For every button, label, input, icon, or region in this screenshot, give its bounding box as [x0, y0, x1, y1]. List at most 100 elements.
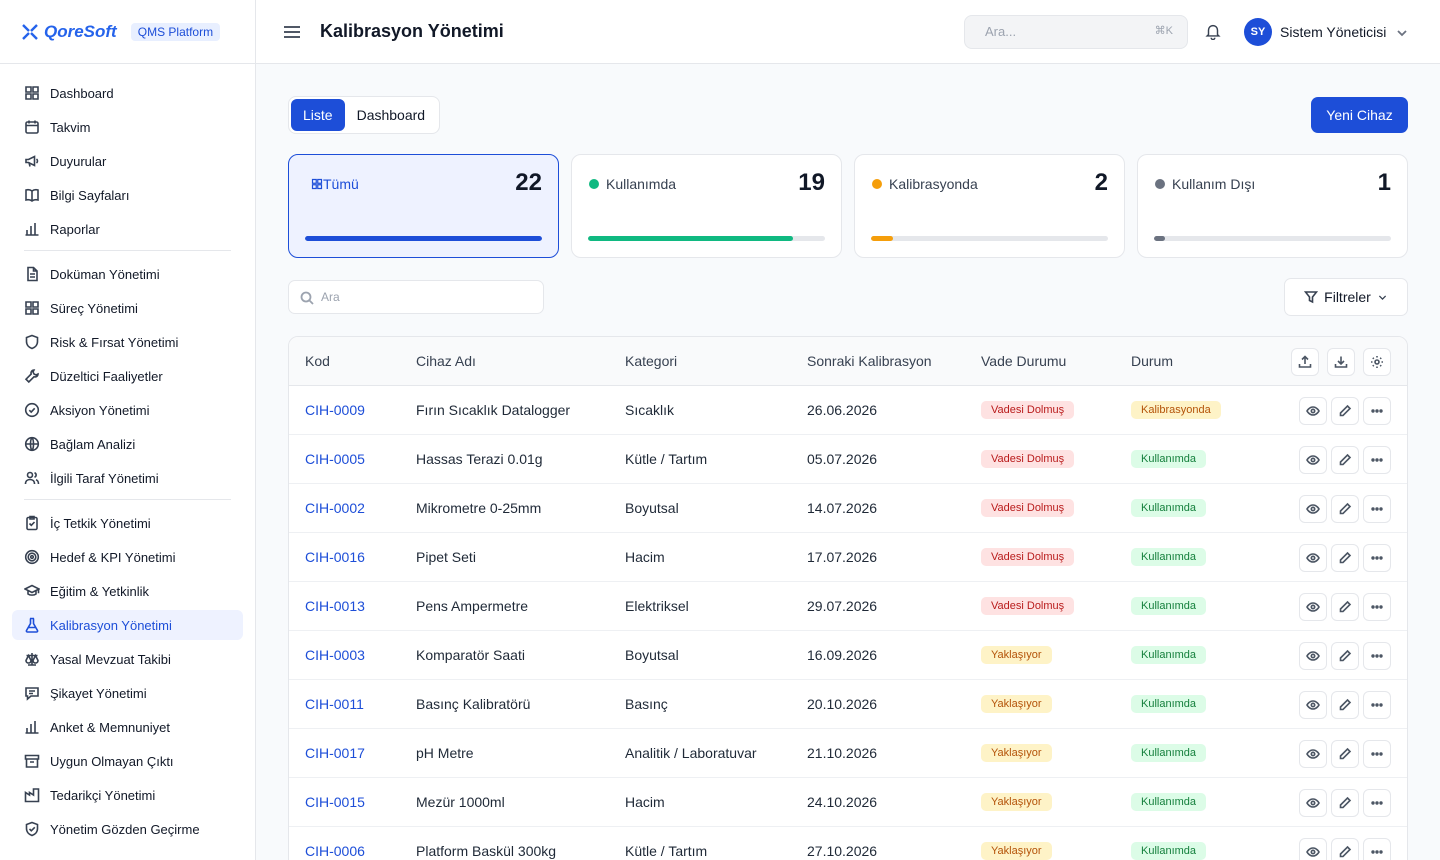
export-button[interactable]	[1327, 348, 1355, 376]
user-menu[interactable]: SY Sistem Yöneticisi	[1244, 18, 1408, 46]
device-code-link[interactable]: CIH-0005	[305, 451, 365, 467]
device-code-link[interactable]: CIH-0017	[305, 745, 365, 761]
view-button[interactable]	[1299, 838, 1327, 860]
notifications-button[interactable]	[1204, 22, 1224, 42]
device-code-link[interactable]: CIH-0011	[305, 696, 364, 712]
edit-button[interactable]	[1331, 642, 1359, 670]
check-circle-icon	[24, 402, 40, 418]
table-row[interactable]: CIH-0006 Platform Baskül 300kg Kütle / Tar…	[289, 827, 1407, 860]
device-code-link[interactable]: CIH-0009	[305, 402, 365, 418]
table-row[interactable]: CIH-0017 pH Metre Analitik / Laboratuvar 21…	[289, 729, 1407, 778]
column-header-status[interactable]: Durum	[1131, 353, 1173, 369]
sidebar-item-raporlar[interactable]: Raporlar	[12, 214, 243, 244]
sidebar-item-şikayet-yönetimi[interactable]: Şikayet Yönetimi	[12, 678, 243, 708]
device-code-link[interactable]: CIH-0006	[305, 843, 365, 859]
table-row[interactable]: CIH-0002 Mikrometre 0-25mm Boyutsal 14.07.2…	[289, 484, 1407, 533]
column-header-code[interactable]: Kod	[305, 353, 330, 369]
sidebar-item-i-lgili-taraf-yönetimi[interactable]: İlgili Taraf Yönetimi	[12, 463, 243, 493]
sidebar-item-kalibrasyon-yönetimi[interactable]: Kalibrasyon Yönetimi	[12, 610, 243, 640]
row-actions	[1299, 446, 1391, 474]
hamburger-menu-button[interactable]	[282, 22, 302, 42]
more-button[interactable]	[1363, 544, 1391, 572]
table-row[interactable]: CIH-0015 Mezür 1000ml Hacim 24.10.2026 Yakla…	[289, 778, 1407, 827]
stat-card-tümü[interactable]: Tümü 22	[288, 154, 559, 258]
tab-dashboard[interactable]: Dashboard	[345, 99, 438, 131]
more-button[interactable]	[1363, 446, 1391, 474]
edit-button[interactable]	[1331, 495, 1359, 523]
view-button[interactable]	[1299, 446, 1327, 474]
column-header-name[interactable]: Cihaz Adı	[416, 353, 476, 369]
edit-button[interactable]	[1331, 593, 1359, 621]
stat-card-kullanımda[interactable]: Kullanımda 19	[571, 154, 842, 258]
sidebar-item-takvim[interactable]: Takvim	[12, 112, 243, 142]
sidebar-item-bağlam-analizi[interactable]: Bağlam Analizi	[12, 429, 243, 459]
more-button[interactable]	[1363, 691, 1391, 719]
more-button[interactable]	[1363, 789, 1391, 817]
sidebar-item-düzeltici-faaliyetler[interactable]: Düzeltici Faaliyetler	[12, 361, 243, 391]
sidebar-item-hedef-kpi-yönetimi[interactable]: Hedef & KPI Yönetimi	[12, 542, 243, 572]
view-button[interactable]	[1299, 544, 1327, 572]
list-search[interactable]	[288, 280, 544, 314]
table-row[interactable]: CIH-0013 Pens Ampermetre Elektriksel 29.07.…	[289, 582, 1407, 631]
view-button[interactable]	[1299, 593, 1327, 621]
sidebar-item-aksiyon-yönetimi[interactable]: Aksiyon Yönetimi	[12, 395, 243, 425]
new-device-button[interactable]: Yeni Cihaz	[1311, 97, 1408, 133]
edit-button[interactable]	[1331, 446, 1359, 474]
column-header-category[interactable]: Kategori	[625, 353, 677, 369]
view-button[interactable]	[1299, 740, 1327, 768]
more-button[interactable]	[1363, 838, 1391, 860]
sidebar-item-uygun-olmayan-çıktı[interactable]: Uygun Olmayan Çıktı	[12, 746, 243, 776]
sidebar-item-dashboard[interactable]: Dashboard	[12, 78, 243, 108]
table-row[interactable]: CIH-0016 Pipet Seti Hacim 17.07.2026 Vadesi …	[289, 533, 1407, 582]
edit-button[interactable]	[1331, 544, 1359, 572]
sidebar-item-eğitim-yetkinlik[interactable]: Eğitim & Yetkinlik	[12, 576, 243, 606]
table-row[interactable]: CIH-0009 Fırın Sıcaklık Datalogger Sıcaklı…	[289, 386, 1407, 435]
sidebar-item-süreç-yönetimi[interactable]: Süreç Yönetimi	[12, 293, 243, 323]
eye-icon	[1306, 847, 1320, 857]
more-button[interactable]	[1363, 495, 1391, 523]
sidebar-item-bilgi-sayfaları[interactable]: Bilgi Sayfaları	[12, 180, 243, 210]
table-row[interactable]: CIH-0011 Basınç Kalibratörü Basınç 20.10.20…	[289, 680, 1407, 729]
more-button[interactable]	[1363, 397, 1391, 425]
global-search-input[interactable]	[985, 24, 1135, 39]
view-button[interactable]	[1299, 789, 1327, 817]
sidebar-item-yasal-mevzuat-takibi[interactable]: Yasal Mevzuat Takibi	[12, 644, 243, 674]
sidebar-item-tedarikçi-yönetimi[interactable]: Tedarikçi Yönetimi	[12, 780, 243, 810]
edit-button[interactable]	[1331, 691, 1359, 719]
column-header-due-status[interactable]: Vade Durumu	[981, 353, 1066, 369]
list-search-input[interactable]	[321, 290, 521, 304]
sidebar-item-yönetim-gözden-geçirme[interactable]: Yönetim Gözden Geçirme	[12, 814, 243, 844]
sidebar-item-i-ç-tetkik-yönetimi[interactable]: İç Tetkik Yönetimi	[12, 508, 243, 538]
device-code-link[interactable]: CIH-0016	[305, 549, 365, 565]
edit-button[interactable]	[1331, 789, 1359, 817]
view-button[interactable]	[1299, 495, 1327, 523]
device-code-link[interactable]: CIH-0015	[305, 794, 365, 810]
table-row[interactable]: CIH-0003 Komparatör Saati Boyutsal 16.09.20…	[289, 631, 1407, 680]
global-search[interactable]: ⌘K	[964, 15, 1188, 49]
filters-button[interactable]: Filtreler	[1284, 278, 1408, 316]
view-button[interactable]	[1299, 642, 1327, 670]
sidebar-item-anket-memnuniyet[interactable]: Anket & Memnuniyet	[12, 712, 243, 742]
device-code-link[interactable]: CIH-0002	[305, 500, 365, 516]
stat-card-kalibrasyonda[interactable]: Kalibrasyonda 2	[854, 154, 1125, 258]
more-button[interactable]	[1363, 740, 1391, 768]
sidebar-item-doküman-yönetimi[interactable]: Doküman Yönetimi	[12, 259, 243, 289]
import-button[interactable]	[1291, 348, 1319, 376]
more-button[interactable]	[1363, 642, 1391, 670]
sidebar-item-duyurular[interactable]: Duyurular	[12, 146, 243, 176]
view-button[interactable]	[1299, 691, 1327, 719]
edit-button[interactable]	[1331, 397, 1359, 425]
edit-button[interactable]	[1331, 838, 1359, 860]
column-header-next-calibration[interactable]: Sonraki Kalibrasyon	[807, 353, 932, 369]
sidebar-item-risk-fırsat-yönetimi[interactable]: Risk & Fırsat Yönetimi	[12, 327, 243, 357]
edit-button[interactable]	[1331, 740, 1359, 768]
device-code-link[interactable]: CIH-0013	[305, 598, 365, 614]
tab-liste[interactable]: Liste	[291, 99, 345, 131]
stat-card-kullanım-dışı[interactable]: Kullanım Dışı 1	[1137, 154, 1408, 258]
table-row[interactable]: CIH-0005 Hassas Terazi 0.01g Kütle / Tartı…	[289, 435, 1407, 484]
table-settings-button[interactable]	[1363, 348, 1391, 376]
device-code-link[interactable]: CIH-0003	[305, 647, 365, 663]
more-button[interactable]	[1363, 593, 1391, 621]
view-button[interactable]	[1299, 397, 1327, 425]
logo[interactable]: QoreSoft	[20, 22, 117, 42]
